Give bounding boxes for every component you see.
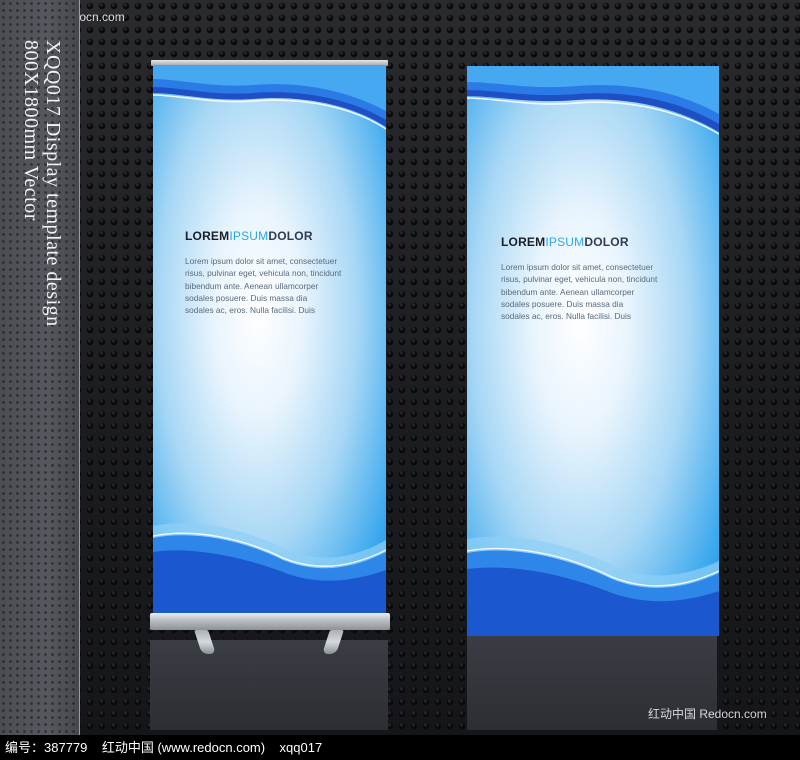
side-panel: XQQ017 Display template design 800X1800m… xyxy=(0,0,80,735)
body-line: risus, pulvinar eget, vehicula non, tinc… xyxy=(501,274,658,285)
banner-right-headline: LOREMIPSUMDOLOR xyxy=(501,235,691,249)
banner-right: LOREMIPSUMDOLOR Lorem ipsum dolor sit am… xyxy=(467,66,719,636)
vertical-caption: XQQ017 Display template design 800X1800m… xyxy=(20,40,64,327)
headline-word-2: IPSUM xyxy=(229,229,269,243)
body-line: sodales ac, eros. Nulla facilisi. Duis xyxy=(185,305,316,316)
banner-left-body: Lorem ipsum dolor sit amet, consectetuer… xyxy=(185,255,365,316)
footer-bar: 编号：387779 红动中国 (www.redocn.com) xqq017 xyxy=(0,735,800,760)
caption-line-2: 800X1800mm Vector xyxy=(20,40,42,221)
wave-bottom-left xyxy=(153,523,386,613)
body-line: bibendum ante. Aenean ullamcorper xyxy=(501,286,635,297)
body-line: Lorem ipsum dolor sit amet, consectetuer xyxy=(185,256,338,266)
body-line: sodales ac, eros. Nulla facilisi. Duis xyxy=(501,311,632,322)
body-line: sodales posuere. Duis massa dia xyxy=(185,292,308,303)
headline-word-2: IPSUM xyxy=(545,235,585,249)
banner-left-text: LOREMIPSUMDOLOR Lorem ipsum dolor sit am… xyxy=(185,229,365,316)
headline-word-3: DOLOR xyxy=(268,229,313,243)
body-line: bibendum ante. Aenean ullamcorper xyxy=(185,280,319,291)
banner-left: LOREMIPSUMDOLOR Lorem ipsum dolor sit am… xyxy=(153,65,386,613)
stand-base-bar xyxy=(150,613,390,630)
display-stage: 红动中国 Redocn.com XQQ017 Display template … xyxy=(0,0,800,735)
wave-bottom-right xyxy=(467,536,719,636)
wave-top-left xyxy=(153,65,386,130)
body-line: Lorem ipsum dolor sit amet, consectetuer xyxy=(501,262,654,272)
banner-right-text: LOREMIPSUMDOLOR Lorem ipsum dolor sit am… xyxy=(501,235,691,322)
headline-word-3: DOLOR xyxy=(584,235,629,249)
banner-left-headline: LOREMIPSUMDOLOR xyxy=(185,229,365,243)
banner-right-body: Lorem ipsum dolor sit amet, consectetuer… xyxy=(501,261,691,322)
body-line: sodales posuere. Duis massa dia xyxy=(501,298,624,309)
headline-word-1: LOREM xyxy=(185,229,230,243)
watermark-bottom: 红动中国 Redocn.com xyxy=(648,707,767,721)
wave-top-right xyxy=(467,66,719,135)
caption-line-1: XQQ017 Display template design xyxy=(42,40,64,327)
left-floor-block xyxy=(150,640,388,730)
body-line: risus, pulvinar eget, vehicula non, tinc… xyxy=(185,268,342,279)
headline-word-1: LOREM xyxy=(501,235,546,249)
